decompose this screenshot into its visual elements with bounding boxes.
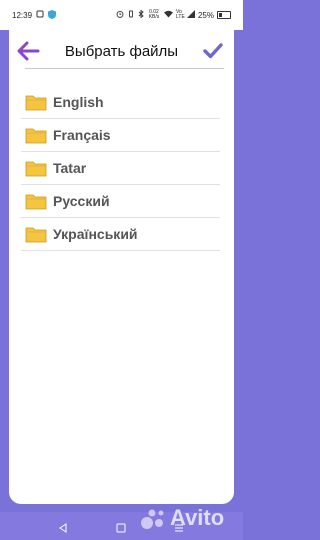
network-speed: 0.02 KB/s xyxy=(148,9,160,20)
square-home-icon xyxy=(116,523,126,533)
folder-item-english[interactable]: English xyxy=(21,86,220,119)
folder-item-ukrainian[interactable]: Український xyxy=(21,218,220,251)
nav-back-button[interactable] xyxy=(58,520,68,538)
notification-icon xyxy=(36,10,44,20)
folder-label: Український xyxy=(53,226,138,242)
folder-label: English xyxy=(53,94,104,110)
signal-icon xyxy=(186,10,195,20)
file-list: English Français Tatar Русский Українськ… xyxy=(21,86,220,251)
vibrate-icon xyxy=(127,10,135,20)
back-button[interactable] xyxy=(15,38,41,64)
triangle-back-icon xyxy=(59,523,67,533)
folder-item-tatar[interactable]: Tatar xyxy=(21,152,220,185)
battery-icon xyxy=(217,11,231,19)
battery-level xyxy=(219,13,222,17)
folder-label: Tatar xyxy=(53,160,87,176)
folder-icon xyxy=(25,194,47,209)
battery-percent: 25% xyxy=(197,10,214,20)
page-title: Выбрать файлы xyxy=(64,43,179,60)
folder-icon xyxy=(25,95,47,110)
shield-app-icon xyxy=(48,9,57,21)
header-divider xyxy=(25,68,224,69)
avito-logo-icon xyxy=(141,509,164,529)
folder-label: Français xyxy=(53,127,111,143)
avito-watermark: Avito xyxy=(140,500,240,536)
folder-label: Русский xyxy=(53,193,110,209)
status-time: 12:39 xyxy=(12,10,33,20)
folder-icon xyxy=(25,227,47,242)
signal-label: Vo LTE xyxy=(175,9,185,20)
folder-item-francais[interactable]: Français xyxy=(21,119,220,152)
avito-wordmark: Avito xyxy=(170,505,225,530)
alarm-icon xyxy=(116,10,124,20)
bluetooth-icon xyxy=(138,9,144,20)
back-arrow-icon xyxy=(17,41,40,61)
confirm-button[interactable] xyxy=(200,38,226,64)
folder-icon xyxy=(25,161,47,176)
file-picker-panel: Выбрать файлы English Français Tatar Рус… xyxy=(9,30,234,504)
dialog-header: Выбрать файлы xyxy=(9,30,234,70)
status-right: 0.02 KB/s Vo LTE 25% xyxy=(116,10,231,20)
status-left: 12:39 xyxy=(12,9,57,21)
folder-item-russian[interactable]: Русский xyxy=(21,185,220,218)
folder-icon xyxy=(25,128,47,143)
wifi-icon xyxy=(163,10,173,20)
nav-home-button[interactable] xyxy=(116,520,126,538)
status-bar: 12:39 0.02 KB/s Vo LTE 25% xyxy=(0,0,243,30)
checkmark-icon xyxy=(203,43,223,59)
